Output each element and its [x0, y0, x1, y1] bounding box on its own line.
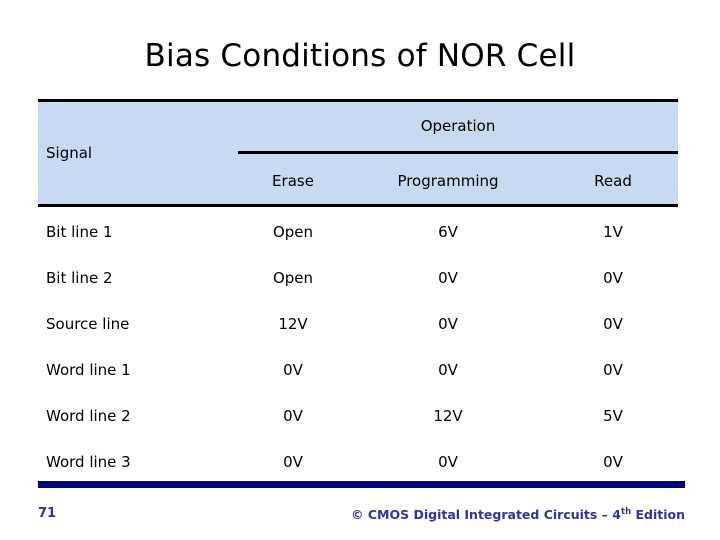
column-header-read: Read	[548, 151, 679, 207]
cell-programming: 0V	[348, 301, 548, 347]
cell-programming: 0V	[348, 255, 548, 301]
cell-read: 0V	[548, 301, 679, 347]
column-header-programming: Programming	[348, 151, 548, 207]
footer-credit-ordinal: th	[621, 506, 632, 517]
cell-read: 1V	[548, 205, 679, 255]
cell-erase: 0V	[238, 347, 348, 393]
footer-divider	[38, 481, 685, 488]
table-row: Source line 12V 0V 0V	[38, 301, 679, 347]
cell-read: 0V	[548, 255, 679, 301]
column-group-header-operation: Operation	[238, 99, 679, 154]
cell-programming: 0V	[348, 347, 548, 393]
table-row: Word line 1 0V 0V 0V	[38, 347, 679, 393]
row-label: Word line 2	[38, 393, 238, 439]
footer-credit-suffix: Edition	[631, 507, 685, 522]
bias-conditions-table: Signal Operation Erase Programming Read …	[38, 99, 679, 485]
cell-read: 0V	[548, 439, 679, 485]
cell-programming: 12V	[348, 393, 548, 439]
footer-credit: © CMOS Digital Integrated Circuits – 4th…	[351, 507, 685, 522]
cell-erase: Open	[238, 255, 348, 301]
row-label: Word line 3	[38, 439, 238, 485]
row-label: Bit line 1	[38, 205, 238, 255]
page-title: Bias Conditions of NOR Cell	[144, 38, 576, 74]
cell-read: 0V	[548, 347, 679, 393]
table-header: Signal Operation Erase Programming Read	[38, 99, 679, 207]
row-label: Word line 1	[38, 347, 238, 393]
table-row: Word line 3 0V 0V 0V	[38, 439, 679, 485]
cell-programming: 0V	[348, 439, 548, 485]
column-header-signal: Signal	[38, 99, 238, 207]
cell-erase: 0V	[238, 439, 348, 485]
slide-number: 71	[38, 506, 57, 521]
table-header-row-group: Signal Operation	[38, 99, 679, 207]
column-header-erase: Erase	[238, 151, 348, 207]
cell-erase: 12V	[238, 301, 348, 347]
cell-erase: Open	[238, 205, 348, 255]
cell-read: 5V	[548, 393, 679, 439]
table-row: Bit line 1 Open 6V 1V	[38, 205, 679, 255]
row-label: Source line	[38, 301, 238, 347]
cell-programming: 6V	[348, 205, 548, 255]
table-body: Bit line 1 Open 6V 1V Bit line 2 Open 0V…	[38, 205, 679, 485]
cell-erase: 0V	[238, 393, 348, 439]
footer-credit-prefix: © CMOS Digital Integrated Circuits – 4	[351, 507, 621, 522]
table-row: Bit line 2 Open 0V 0V	[38, 255, 679, 301]
row-label: Bit line 2	[38, 255, 238, 301]
table-row: Word line 2 0V 12V 5V	[38, 393, 679, 439]
